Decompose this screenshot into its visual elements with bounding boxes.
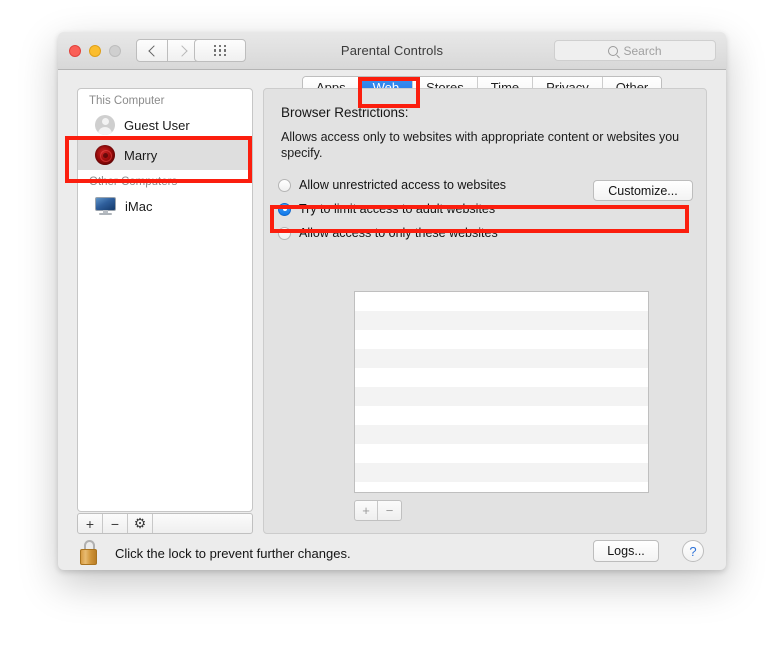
radio-button[interactable] <box>278 178 291 192</box>
radio-label: Allow access to only these websites <box>299 226 498 240</box>
parental-controls-window: Parental Controls Search Apps Web Stores… <box>58 32 726 570</box>
search-icon <box>608 45 619 56</box>
remove-website-button[interactable]: − <box>378 501 401 520</box>
sidebar-item-marry[interactable]: Marry <box>78 140 252 170</box>
sidebar-footer-spacer <box>153 514 252 533</box>
radio-label: Try to limit access to adult websites <box>299 202 496 216</box>
sidebar-item-label: Marry <box>124 147 158 163</box>
rose-avatar-icon <box>95 145 115 165</box>
browser-restrictions-panel: Browser Restrictions: Allows access only… <box>263 88 707 534</box>
website-list-footer: + − <box>354 500 402 521</box>
sidebar-item-imac[interactable]: iMac <box>78 191 252 221</box>
customize-button[interactable]: Customize... <box>593 180 693 201</box>
lock-status-text: Click the lock to prevent further change… <box>115 546 351 561</box>
panel-description: Allows access only to websites with appr… <box>281 130 680 160</box>
list-item[interactable] <box>355 387 648 406</box>
logs-button[interactable]: Logs... <box>593 540 659 562</box>
search-input[interactable]: Search <box>554 40 716 61</box>
radio-button-selected[interactable] <box>278 202 291 216</box>
radio-label: Allow unrestricted access to websites <box>299 178 507 192</box>
list-item[interactable] <box>355 444 648 463</box>
user-list-sidebar: This Computer Guest User Marry Other Com… <box>77 88 253 512</box>
search-placeholder: Search <box>623 43 662 58</box>
sidebar-item-guest-user[interactable]: Guest User <box>78 110 252 140</box>
add-website-button[interactable]: + <box>355 501 378 520</box>
lock-icon[interactable] <box>80 540 102 566</box>
list-item[interactable] <box>355 482 648 492</box>
list-item[interactable] <box>355 463 648 482</box>
radio-button[interactable] <box>278 226 291 240</box>
radio-option-only-these[interactable]: Allow access to only these websites <box>278 223 498 243</box>
list-item[interactable] <box>355 311 648 330</box>
screenshot-root: Parental Controls Search Apps Web Stores… <box>0 0 780 652</box>
radio-option-limit-adult[interactable]: Try to limit access to adult websites <box>278 199 495 219</box>
page-title: Browser Restrictions: <box>281 105 409 120</box>
sidebar-footer-toolbar: + − ⚙ <box>77 513 253 534</box>
list-item[interactable] <box>355 349 648 368</box>
list-item[interactable] <box>355 330 648 349</box>
sidebar-group-header-this-computer: This Computer <box>89 95 165 107</box>
list-item[interactable] <box>355 368 648 387</box>
sidebar-group-header-other-computers: Other Computers <box>89 176 178 188</box>
window-titlebar: Parental Controls Search <box>58 32 726 70</box>
gear-icon[interactable]: ⚙ <box>128 514 153 533</box>
sidebar-item-label: iMac <box>125 198 153 214</box>
list-item[interactable] <box>355 292 648 311</box>
list-item[interactable] <box>355 406 648 425</box>
allowed-websites-list[interactable] <box>354 291 649 493</box>
help-button[interactable]: ? <box>682 540 704 562</box>
radio-option-unrestricted[interactable]: Allow unrestricted access to websites <box>278 175 506 195</box>
remove-user-button[interactable]: − <box>103 514 128 533</box>
list-item[interactable] <box>355 425 648 444</box>
add-user-button[interactable]: + <box>78 514 103 533</box>
guest-avatar-icon <box>95 115 115 135</box>
imac-icon <box>95 196 116 216</box>
sidebar-item-label: Guest User <box>124 117 190 133</box>
